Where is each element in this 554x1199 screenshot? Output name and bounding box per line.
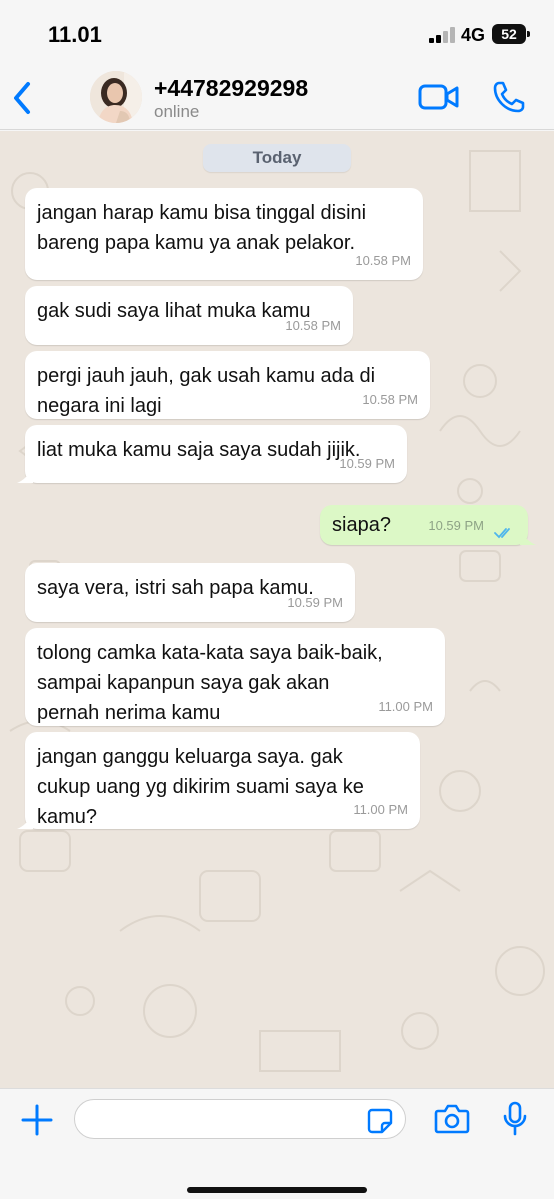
network-type: 4G [461,25,486,45]
message-time: 11.00 PM [378,699,433,714]
camera-icon [434,1104,470,1134]
message-text: tolong camka kata-kata saya baik-baik, s… [37,642,383,724]
avatar[interactable] [90,71,142,123]
message-bubble-incoming[interactable]: jangan harap kamu bisa tinggal disini ba… [25,188,423,280]
message-text: siapa? [332,514,391,536]
message-bubble-incoming[interactable]: pergi jauh jauh, gak usah kamu ada di ne… [25,351,430,419]
plus-icon [21,1104,53,1136]
message-bubble-incoming[interactable]: jangan ganggu keluarga saya. gak cukup u… [17,732,420,829]
voice-call-button[interactable] [492,80,526,114]
message-time: 10.59 PM [339,456,395,471]
message-time: 11.00 PM [353,802,408,817]
video-camera-icon [418,84,459,110]
status-time: 11.01 [48,22,102,47]
battery-level: 52 [501,26,517,42]
message-time: 10.59 PM [287,595,343,610]
microphone-icon [503,1101,527,1136]
attach-button[interactable] [20,1103,54,1137]
bubble-tail [520,529,536,545]
message-bubble-outgoing[interactable]: siapa? 10.59 PM [320,505,536,545]
message-bubble-incoming[interactable]: liat muka kamu saja saya sudah jijik. 10… [17,425,407,483]
chevron-left-icon [14,82,30,114]
video-call-button[interactable] [418,82,460,112]
bubble-tail [17,813,33,829]
bubble-tail [17,467,33,483]
chat-area[interactable]: Today jangan harap kamu bisa tinggal dis… [0,131,554,1088]
message-bubble-incoming[interactable]: gak sudi saya lihat muka kamu 10.58 PM [25,286,353,345]
avatar-image [90,71,142,123]
message-bubble-incoming[interactable]: tolong camka kata-kata saya baik-baik, s… [25,628,445,726]
message-time: 10.59 PM [428,518,484,533]
battery-icon: 52 [492,24,530,44]
date-separator: Today [203,144,351,172]
microphone-button[interactable] [502,1101,528,1137]
contact-status: online [154,102,200,121]
sticker-icon [367,1108,393,1134]
double-check-icon [494,528,510,539]
home-indicator [187,1187,367,1193]
camera-button[interactable] [434,1103,470,1135]
sticker-button[interactable] [366,1107,394,1135]
message-time: 10.58 PM [285,318,341,333]
chat-header: +44782929298 online [0,64,554,130]
message-input[interactable] [74,1099,406,1139]
contact-name[interactable]: +44782929298 [154,75,308,102]
back-button[interactable] [8,78,40,118]
signal-strength-icon [429,27,455,43]
message-text: pergi jauh jauh, gak usah kamu ada di ne… [37,365,376,417]
status-bar: 11.01 4G 52 [0,0,554,64]
message-composer [0,1088,554,1199]
phone-icon [493,81,525,113]
message-time: 10.58 PM [362,392,418,407]
message-time: 10.58 PM [355,253,411,268]
message-bubble-incoming[interactable]: saya vera, istri sah papa kamu. 10.59 PM [25,563,355,622]
